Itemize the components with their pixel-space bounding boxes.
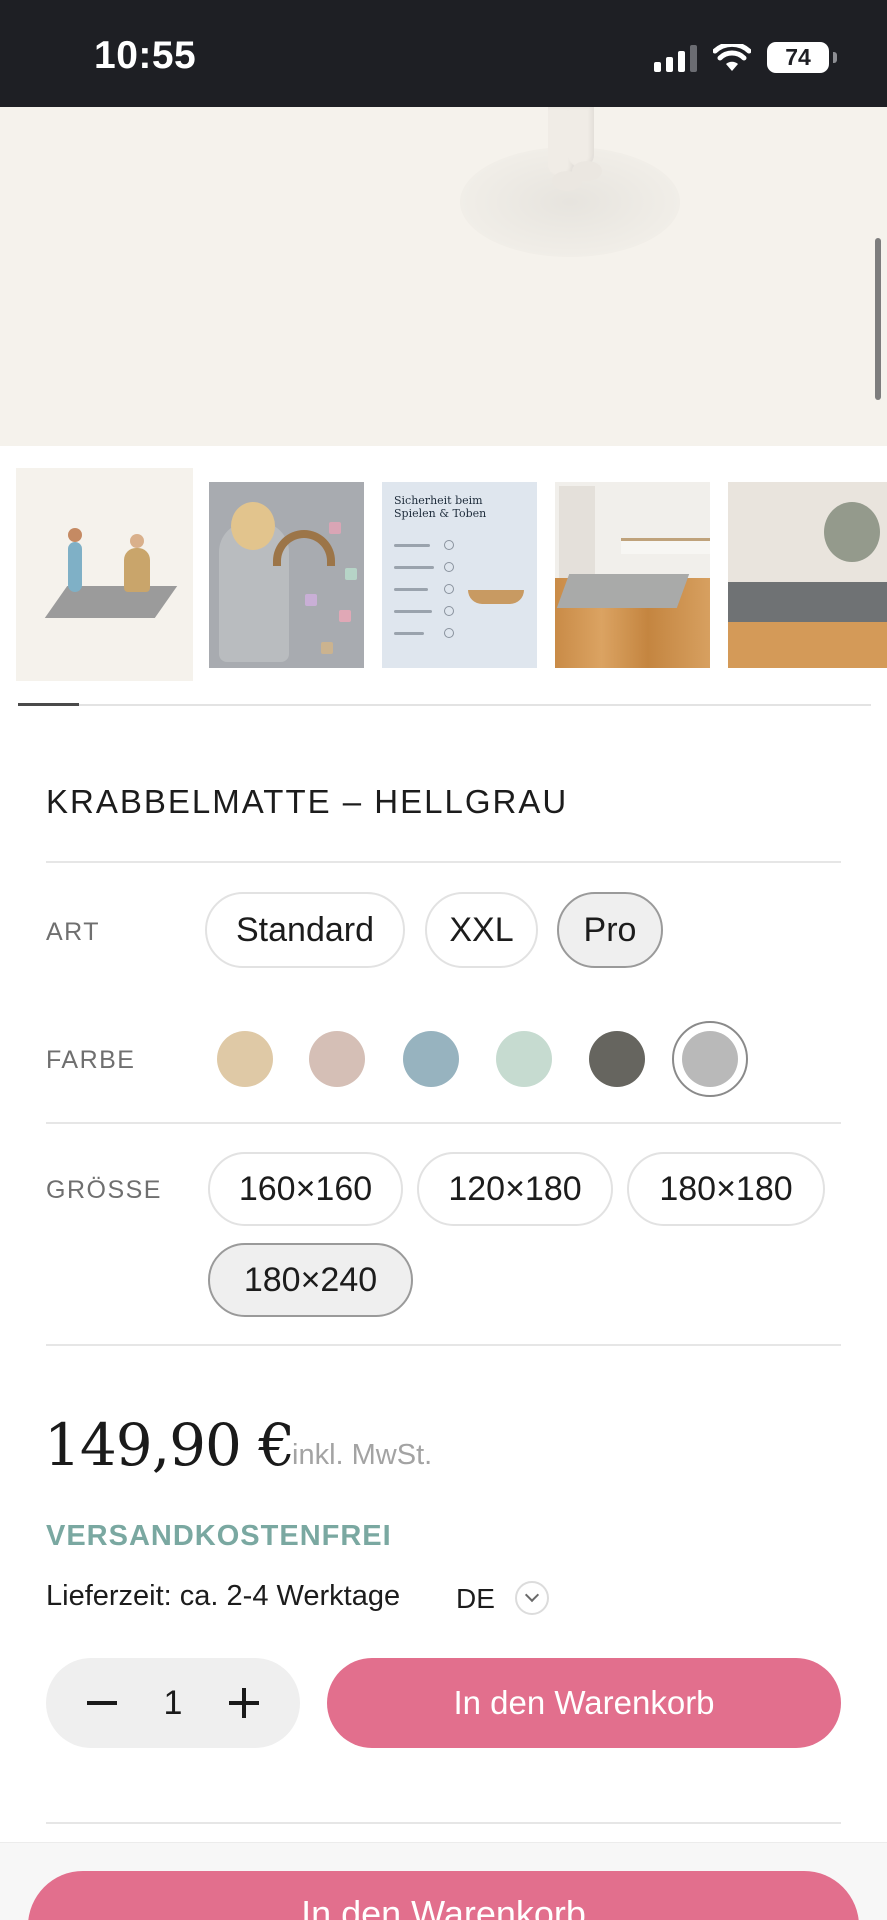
chevron-down-icon xyxy=(524,1587,540,1603)
thumbnail-2[interactable] xyxy=(209,482,364,668)
status-icons: 74 xyxy=(654,42,837,73)
thumbnail-scroll-track xyxy=(18,704,871,706)
color-swatch-6[interactable] xyxy=(682,1031,738,1087)
hero-leg-right xyxy=(568,107,594,167)
product-main-image[interactable] xyxy=(0,107,887,446)
quantity-increase-button[interactable] xyxy=(214,1658,274,1748)
quantity-value[interactable]: 1 xyxy=(146,1658,200,1748)
thumbnail-strip: Sicherheit beim Spielen & Toben xyxy=(0,468,887,682)
status-time: 10:55 xyxy=(94,34,197,77)
add-to-cart-button[interactable]: In den Warenkorb xyxy=(327,1658,841,1748)
divider xyxy=(46,1344,841,1346)
size-option-180x240[interactable]: 180×240 xyxy=(208,1243,413,1317)
color-swatch-3[interactable] xyxy=(403,1031,459,1087)
page-scrollbar[interactable] xyxy=(875,238,881,400)
size-label: GRÖSSE xyxy=(46,1176,162,1204)
hero-foot-right xyxy=(572,161,602,181)
divider xyxy=(46,861,841,863)
status-bar: 10:55 74 xyxy=(0,0,887,107)
wifi-icon xyxy=(713,43,751,71)
tax-note: inkl. MwSt. xyxy=(292,1439,433,1471)
product-title: KRABBELMATTE – HELLGRAU xyxy=(46,783,569,820)
thumbnail-3-title: Sicherheit beim Spielen & Toben xyxy=(394,494,487,520)
minus-icon xyxy=(87,1701,117,1705)
sticky-add-to-cart-button[interactable]: In den Warenkorb xyxy=(28,1871,859,1920)
thumbnail-1[interactable] xyxy=(16,468,193,681)
type-label: ART xyxy=(46,918,101,946)
size-option-180x180[interactable]: 180×180 xyxy=(627,1152,825,1226)
thumbnail-scroll-indicator xyxy=(18,703,79,706)
cellular-signal-icon xyxy=(654,44,697,72)
color-swatch-1[interactable] xyxy=(217,1031,273,1087)
price: 149,90 € xyxy=(44,1411,295,1479)
country-code[interactable]: DE xyxy=(456,1583,495,1615)
size-option-120x180[interactable]: 120×180 xyxy=(417,1152,613,1226)
thumbnail-4[interactable] xyxy=(555,482,710,668)
quantity-stepper: 1 xyxy=(46,1658,300,1748)
quantity-decrease-button[interactable] xyxy=(72,1658,132,1748)
type-option-pro[interactable]: Pro xyxy=(557,892,663,968)
thumbnail-3[interactable]: Sicherheit beim Spielen & Toben xyxy=(382,482,537,668)
size-option-160x160[interactable]: 160×160 xyxy=(208,1152,403,1226)
divider xyxy=(46,1822,841,1824)
type-option-xxl[interactable]: XXL xyxy=(425,892,538,968)
color-swatch-4[interactable] xyxy=(496,1031,552,1087)
delivery-time: Lieferzeit: ca. 2-4 Werktage xyxy=(46,1580,401,1612)
type-option-standard[interactable]: Standard xyxy=(205,892,405,968)
color-swatch-2[interactable] xyxy=(309,1031,365,1087)
free-shipping-badge: VERSANDKOSTENFREI xyxy=(46,1520,392,1552)
thumbnail-5[interactable] xyxy=(728,482,887,668)
battery-icon: 74 xyxy=(767,42,837,73)
sticky-cart-bar: In den Warenkorb xyxy=(0,1842,887,1920)
divider xyxy=(46,1122,841,1124)
color-swatch-5[interactable] xyxy=(589,1031,645,1087)
color-label: FARBE xyxy=(46,1046,136,1074)
country-dropdown-button[interactable] xyxy=(515,1581,549,1615)
